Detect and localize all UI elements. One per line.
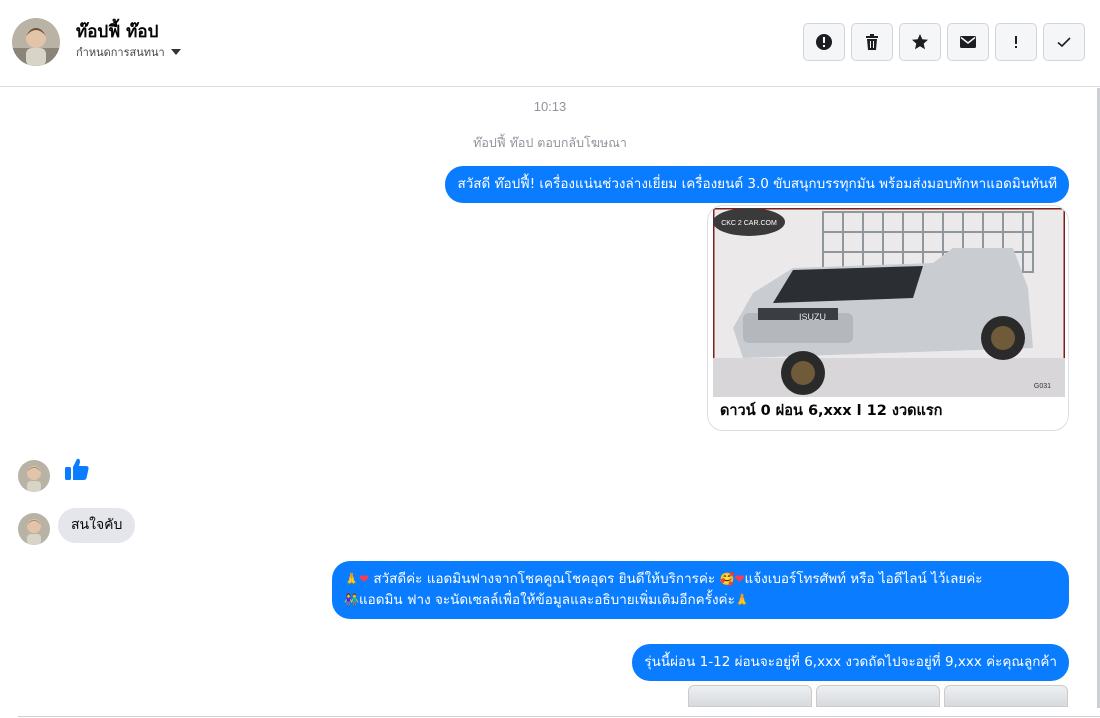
pray-emoji-icon: 🙏 <box>344 572 359 586</box>
stock-badge: G031 <box>1034 383 1051 390</box>
message-text: แจ้งเบอร์โทรศัพท์ หรือ ไอดีไลน์ ไว้เลยค่… <box>744 571 983 587</box>
thumbs-up-icon <box>65 458 89 480</box>
mark-done-button[interactable] <box>1043 23 1085 61</box>
ad-reply-notice: ท๊อปฟี้ ท๊อป ตอบกลับโฆษณา <box>473 135 627 150</box>
envelope-icon <box>960 36 976 48</box>
trash-icon <box>866 34 878 50</box>
heart-icon: ❤ <box>734 572 745 586</box>
outgoing-message[interactable]: รุ่นนี้ผ่อน 1-12 ผ่อนจะอยู่ที่ 6,xxx งวด… <box>632 644 1069 681</box>
conversation-header: ท๊อปฟี้ ท๊อป กำหนดการสนทนา <box>0 0 1100 87</box>
car-brand-text: ISUZU <box>799 312 826 322</box>
divider <box>18 716 1100 717</box>
dealer-logo: CKC 2 CAR.COM <box>721 220 777 227</box>
toolbar <box>803 23 1085 61</box>
conversation-settings[interactable]: กำหนดการสนทนา <box>76 43 181 61</box>
heart-icon: ❤ <box>358 572 370 586</box>
incoming-message[interactable]: สนใจคับ <box>58 508 136 543</box>
image-thumbnail[interactable] <box>816 685 940 707</box>
message-timestamp: 10:13 <box>533 99 567 114</box>
delete-button[interactable] <box>851 23 893 61</box>
ad-card[interactable]: CKC 2 CAR.COM ISUZU G031 ดาวน์ 0 ผ่อน 6,… <box>707 205 1069 431</box>
car-image: CKC 2 CAR.COM ISUZU G031 <box>713 208 1065 397</box>
avatar[interactable] <box>18 460 50 492</box>
pray-emoji-icon: 🙏 <box>734 593 750 607</box>
alert-circle-icon <box>816 34 832 50</box>
outgoing-message[interactable]: 🙏❤ สวัสดีค่ะ แอดมินฟางจากโชคคูณโชคอุดร ย… <box>332 561 1069 619</box>
message-text: แอดมิน ฟาง จะนัดเซลล์เพื่อให้ข้อมูลและอธ… <box>358 592 735 608</box>
exclamation-icon <box>1015 36 1017 48</box>
report-button[interactable] <box>803 23 845 61</box>
important-button[interactable] <box>995 23 1037 61</box>
star-icon <box>912 34 928 50</box>
avatar[interactable] <box>12 18 60 66</box>
smiling-hearts-emoji-icon: 🥰 <box>719 572 735 586</box>
conversation-settings-label: กำหนดการสนทนา <box>76 46 165 59</box>
avatar[interactable] <box>18 513 50 545</box>
image-attachments <box>688 685 1068 707</box>
outgoing-message[interactable]: สวัสดี ท๊อปฟี้! เครื่องแน่นช่วงล่างเยี่ย… <box>445 166 1069 203</box>
mark-unread-button[interactable] <box>947 23 989 61</box>
message-text: สวัสดีค่ะ แอดมินฟางจากโชคคูณโชคอุดร ยินด… <box>373 571 716 587</box>
ad-card-caption: ดาวน์ 0 ผ่อน 6,xxx l 12 งวดแรก <box>720 403 943 419</box>
people-emoji-icon: 👫 <box>344 593 359 607</box>
image-thumbnail[interactable] <box>944 685 1068 707</box>
contact-name: ท๊อปฟี้ ท๊อป <box>76 22 159 42</box>
star-button[interactable] <box>899 23 941 61</box>
check-icon <box>1057 37 1071 48</box>
image-thumbnail[interactable] <box>688 685 812 707</box>
caret-down-icon <box>170 49 181 55</box>
